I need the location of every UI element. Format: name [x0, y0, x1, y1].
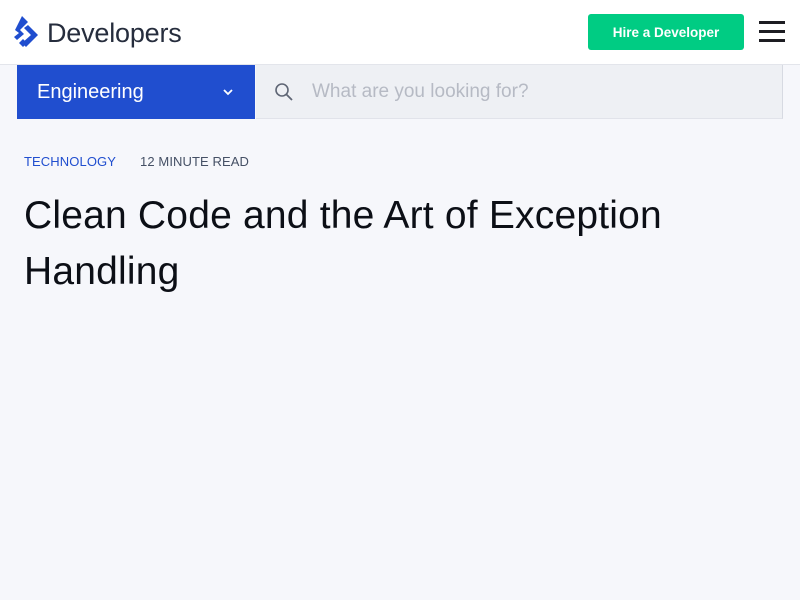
logo-text: Developers [47, 18, 182, 48]
site-header: Developers Hire a Developer [0, 0, 800, 65]
search-icon [275, 83, 293, 101]
category-dropdown[interactable]: Engineering [17, 65, 255, 119]
search-box [256, 65, 783, 119]
chevron-down-icon [223, 89, 233, 96]
search-input[interactable] [312, 65, 772, 119]
category-dropdown-label: Engineering [37, 80, 144, 103]
site-logo[interactable]: Developers [14, 16, 182, 50]
logo-icon [14, 16, 38, 47]
hire-developer-button[interactable]: Hire a Developer [588, 14, 744, 50]
article-meta: TECHNOLOGY 12 MINUTE READ [24, 154, 249, 169]
hamburger-menu-icon[interactable] [759, 20, 785, 44]
page-title: Clean Code and the Art of Exception Hand… [24, 194, 662, 293]
filter-bar: Engineering [0, 65, 800, 119]
article-category-link[interactable]: TECHNOLOGY [24, 154, 116, 169]
read-time: 12 MINUTE READ [140, 154, 250, 169]
